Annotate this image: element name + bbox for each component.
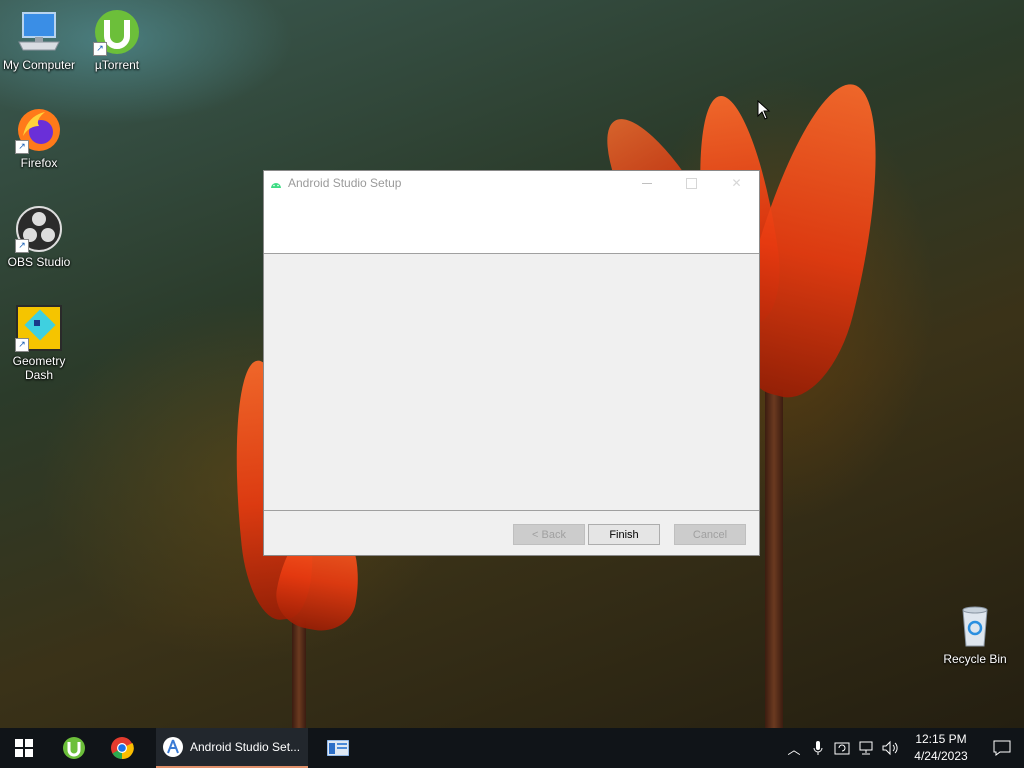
taskbar: Android Studio Set... ︿ 12:15 PM 4/24/20… xyxy=(0,728,1024,768)
desktop-icon-my-computer[interactable]: My Computer xyxy=(1,8,77,72)
obs-icon: ↗ xyxy=(15,205,63,253)
start-button[interactable] xyxy=(0,728,48,768)
geometry-dash-icon: ↗ xyxy=(15,304,63,352)
notification-icon xyxy=(993,740,1011,756)
cancel-button[interactable]: Cancel xyxy=(674,524,746,545)
action-center-button[interactable] xyxy=(980,728,1024,768)
volume-icon[interactable] xyxy=(878,728,902,768)
desktop-icon-geometry-dash[interactable]: ↗ Geometry Dash xyxy=(1,304,77,382)
desktop-icon-label: OBS Studio xyxy=(7,255,71,269)
setup-dialog: Android Studio Setup ✕ < Back Finish Can… xyxy=(263,170,760,556)
minimize-button[interactable] xyxy=(624,171,669,195)
maximize-icon xyxy=(686,177,697,189)
desktop-icon-label: Geometry Dash xyxy=(12,354,66,382)
dialog-header-area xyxy=(264,195,759,254)
system-tray: ︿ 12:15 PM 4/24/2023 xyxy=(782,728,1024,768)
desktop-icon-obs[interactable]: ↗ OBS Studio xyxy=(1,205,77,269)
desktop-icon-label: My Computer xyxy=(2,58,76,72)
desktop-icon-recycle-bin[interactable]: Recycle Bin xyxy=(937,602,1013,666)
dialog-content-area xyxy=(264,254,759,511)
desktop-icon-firefox[interactable]: ↗ Firefox xyxy=(1,106,77,170)
taskbar-window-label: Android Studio Set... xyxy=(190,740,301,754)
chevron-up-icon: ︿ xyxy=(787,741,801,757)
network-icon[interactable] xyxy=(854,728,878,768)
window-preview-icon xyxy=(327,740,349,756)
taskbar-chrome-button[interactable] xyxy=(98,728,146,768)
firefox-icon: ↗ xyxy=(15,106,63,154)
recycle-bin-icon xyxy=(951,602,999,650)
windows-logo-icon xyxy=(15,739,33,757)
clock-time: 12:15 PM xyxy=(915,732,967,746)
desktop-icon-label: Firefox xyxy=(20,156,58,170)
dialog-footer: < Back Finish Cancel xyxy=(264,511,759,557)
dialog-titlebar[interactable]: Android Studio Setup ✕ xyxy=(264,171,759,195)
chrome-icon xyxy=(111,737,134,760)
close-button[interactable]: ✕ xyxy=(714,171,759,195)
utorrent-icon xyxy=(63,737,85,759)
desktop-icon-utorrent[interactable]: ↗ µTorrent xyxy=(79,8,155,72)
utorrent-icon: ↗ xyxy=(93,8,141,56)
clock-date: 4/24/2023 xyxy=(914,749,968,763)
microphone-icon[interactable] xyxy=(806,728,830,768)
close-icon: ✕ xyxy=(731,176,742,190)
back-button[interactable]: < Back xyxy=(513,524,585,545)
android-icon xyxy=(270,178,282,188)
android-studio-icon xyxy=(163,737,183,757)
show-hidden-icons-button[interactable]: ︿ xyxy=(782,728,806,768)
maximize-button[interactable] xyxy=(669,171,714,195)
taskbar-clock[interactable]: 12:15 PM 4/24/2023 xyxy=(902,731,980,765)
taskbar-utorrent-button[interactable] xyxy=(50,728,98,768)
update-icon[interactable] xyxy=(830,728,854,768)
desktop-icon-label: Recycle Bin xyxy=(943,652,1007,666)
mouse-cursor-icon xyxy=(757,99,771,125)
dialog-title: Android Studio Setup xyxy=(288,176,402,190)
taskbar-android-studio-button[interactable]: Android Studio Set... xyxy=(156,728,308,768)
computer-icon xyxy=(15,8,63,56)
desktop-icon-label: µTorrent xyxy=(94,58,140,72)
taskbar-explorer-button[interactable] xyxy=(314,728,362,768)
minimize-icon xyxy=(641,182,652,184)
finish-button[interactable]: Finish xyxy=(588,524,660,545)
